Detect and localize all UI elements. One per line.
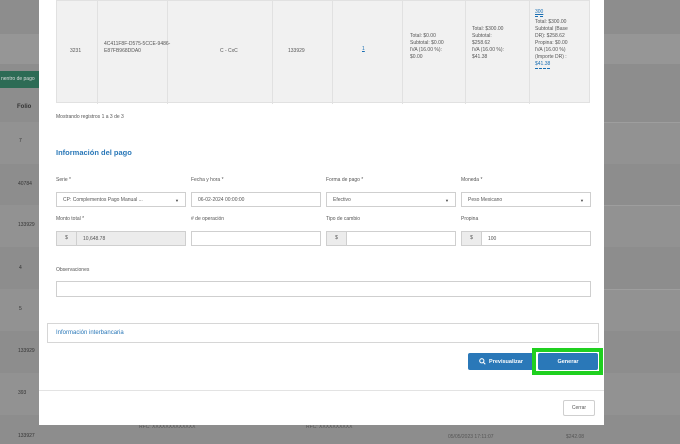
chevron-down-icon: ▼ bbox=[175, 198, 179, 203]
forma-pago-value: Efectivo bbox=[333, 197, 351, 203]
serie-value: CP: Complementos Pago Manual ... bbox=[63, 197, 143, 203]
background-folio-header: Folio bbox=[17, 104, 32, 110]
payment-modal: 3231 4C411F8F-D575-5CCE-9486-E87FB968DDA… bbox=[39, 0, 604, 425]
table-cell-link[interactable]: 1 bbox=[362, 46, 365, 53]
observaciones-input[interactable] bbox=[56, 281, 591, 297]
totals-line: Total: $0.00 bbox=[410, 33, 436, 39]
search-icon bbox=[479, 358, 486, 365]
records-count: Mostrando registros 1 a 3 de 3 bbox=[56, 114, 124, 120]
operacion-label: # de operación bbox=[191, 216, 225, 222]
propina-input[interactable]: $ 100 bbox=[461, 231, 591, 246]
background-divider bbox=[604, 122, 680, 123]
totals-line: Total: $300.00 bbox=[535, 19, 567, 25]
background-folio: 393 bbox=[18, 390, 27, 396]
totals-line: $258.62 bbox=[472, 40, 491, 46]
currency-prefix: $ bbox=[57, 232, 77, 245]
table-divider bbox=[272, 1, 273, 104]
background-date: 05/05/2023 17:11:07 bbox=[448, 434, 494, 440]
totals-line: $41.38 bbox=[472, 54, 488, 60]
table-divider bbox=[97, 1, 98, 104]
background-folio: 133927 bbox=[18, 433, 35, 439]
background-tab: nentro de pago bbox=[0, 71, 40, 88]
interbank-info-toggle[interactable]: Información interbancaria bbox=[47, 323, 599, 343]
moneda-value: Peso Mexicano bbox=[468, 197, 503, 203]
totals-line: Subtotal: bbox=[472, 33, 492, 39]
propina-value: 100 bbox=[488, 236, 497, 242]
background-divider bbox=[604, 289, 680, 290]
totals-line: DR): $258.62 bbox=[535, 33, 565, 39]
section-title: Información del pago bbox=[56, 148, 132, 157]
chevron-down-icon: ▼ bbox=[580, 198, 584, 203]
preview-button[interactable]: Previsualizar bbox=[468, 353, 534, 370]
monto-label: Monto total * bbox=[56, 216, 85, 222]
table-cell-totals: Total: $0.00 Subtotal: $0.00 IVA (16.00 … bbox=[410, 33, 444, 61]
background-divider bbox=[604, 205, 680, 206]
tipo-cambio-label: Tipo de cambio bbox=[326, 216, 360, 222]
background-folio: 5 bbox=[19, 306, 22, 312]
totals-line: IVA (16.00 %): bbox=[472, 47, 504, 53]
totals-line: $0.00 bbox=[410, 54, 423, 60]
observaciones-label: Observaciones bbox=[56, 267, 90, 273]
totals-line: (Importe DR) : bbox=[535, 54, 567, 60]
table-cell-num: 3231 bbox=[70, 48, 82, 54]
fecha-label: Fecha y hora * bbox=[191, 177, 224, 183]
table-cell-totals: Total: $300.00 Subtotal: $258.62 IVA (16… bbox=[472, 26, 504, 61]
monto-value: 10,648.78 bbox=[83, 236, 106, 242]
related-documents-table: 3231 4C411F8F-D575-5CCE-9486-E87FB968DDA… bbox=[56, 0, 590, 104]
operacion-input[interactable] bbox=[191, 231, 321, 246]
fecha-value: 06-02-2024 00:00:00 bbox=[198, 197, 245, 203]
table-cell-folio: 133929 bbox=[288, 48, 305, 54]
totals-line: IVA (16.00 %) bbox=[535, 47, 566, 53]
amount-link[interactable]: 300 bbox=[535, 9, 544, 17]
chevron-down-icon: ▼ bbox=[445, 198, 449, 203]
background-amount: $242.08 bbox=[566, 434, 585, 440]
totals-line: IVA (16.00 %): bbox=[410, 47, 442, 53]
table-divider bbox=[465, 1, 466, 104]
totals-line: Total: $300.00 bbox=[472, 26, 504, 32]
close-button[interactable]: Cerrar bbox=[563, 400, 595, 416]
table-cell-uuid: 4C411F8F-D575-5CCE-9486-E87FB968DDA0 bbox=[104, 41, 171, 54]
background-folio: 7 bbox=[19, 138, 22, 144]
forma-pago-label: Forma de pago * bbox=[326, 177, 364, 183]
background-folio: 133929 bbox=[18, 222, 35, 228]
fecha-input[interactable]: 06-02-2024 00:00:00 bbox=[191, 192, 321, 207]
table-cell-type: C - CxC bbox=[220, 48, 238, 54]
currency-prefix: $ bbox=[327, 232, 347, 245]
currency-prefix: $ bbox=[462, 232, 482, 245]
propina-label: Propina bbox=[461, 216, 479, 222]
table-divider bbox=[332, 1, 333, 104]
serie-select[interactable]: CP: Complementos Pago Manual ... ▼ bbox=[56, 192, 186, 207]
preview-label: Previsualizar bbox=[489, 358, 523, 365]
table-divider bbox=[402, 1, 403, 104]
footer-divider bbox=[39, 390, 604, 391]
monto-input: $ 10,648.78 bbox=[56, 231, 186, 246]
background-folio: 133929 bbox=[18, 348, 35, 354]
tipo-cambio-input[interactable]: $ bbox=[326, 231, 456, 246]
moneda-select[interactable]: Peso Mexicano ▼ bbox=[461, 192, 591, 207]
serie-label: Serie * bbox=[56, 177, 72, 183]
moneda-label: Moneda * bbox=[461, 177, 483, 183]
generate-button[interactable]: Generar bbox=[538, 353, 598, 370]
totals-line: Subtotal: $0.00 bbox=[410, 40, 444, 46]
background-folio: 40784 bbox=[18, 181, 32, 187]
totals-line: $41.38 bbox=[535, 61, 551, 69]
table-cell-totals-dr: 300 Total: $300.00 Subtotal (Base DR): $… bbox=[535, 9, 568, 69]
totals-line: Propina: $0.00 bbox=[535, 40, 568, 46]
totals-line: Subtotal (Base bbox=[535, 26, 568, 32]
forma-pago-select[interactable]: Efectivo ▼ bbox=[326, 192, 456, 207]
background-folio: 4 bbox=[19, 265, 22, 271]
table-divider bbox=[529, 1, 530, 104]
